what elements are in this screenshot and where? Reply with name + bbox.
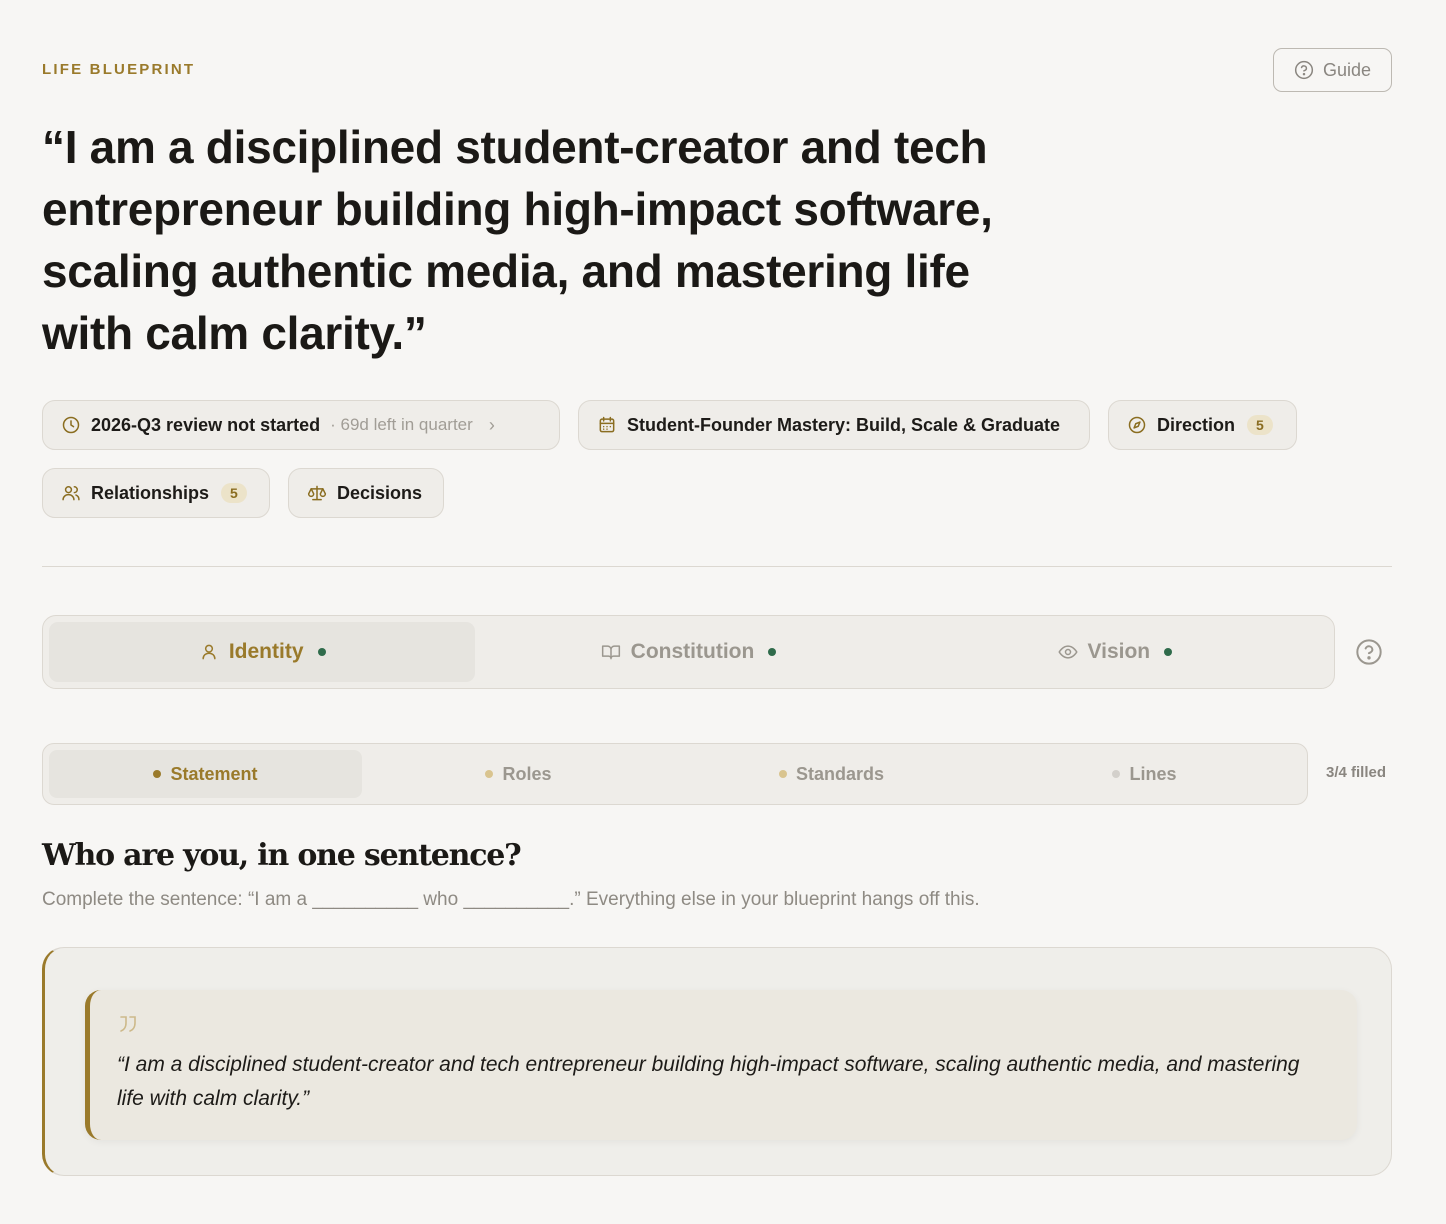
quote-icon [120,1016,136,1032]
status-dot [778,770,787,778]
review-days-left: · 69d left in quarter [330,415,473,434]
status-dot [153,770,162,778]
status-dot [1164,648,1173,656]
tab-constitution[interactable]: Constitution [475,622,901,682]
quarter-goal-chip[interactable]: Student-Founder Mastery: Build, Scale & … [578,400,1090,450]
tab-identity[interactable]: Identity [49,622,476,682]
identity-statement-heading: “I am a disciplined student-creator and … [42,121,993,359]
tab-identity-label: Identity [228,640,304,663]
user-icon [202,644,216,660]
tab-vision[interactable]: Vision [902,622,1328,682]
relationships-count-badge: 5 [221,483,247,503]
relationships-label: Relationships [91,482,210,503]
statement-quote-text: “I am a disciplined student-creator and … [117,1053,1300,1110]
subtab-lines[interactable]: Lines [988,750,1301,798]
direction-chip[interactable]: Direction 5 [1108,400,1297,450]
direction-count-badge: 5 [1247,415,1273,435]
clock-icon [62,416,80,434]
subtab-statement[interactable]: Statement [49,750,362,798]
scale-icon [307,485,327,501]
users-icon [62,486,80,501]
help-circle-icon [1294,60,1314,80]
direction-label: Direction [1157,414,1236,435]
statement-card[interactable]: “I am a disciplined student-creator and … [42,947,1392,1176]
filled-progress-label: 3/4 filled [1326,764,1387,781]
book-icon [601,645,620,660]
chevron-right-icon: › [488,414,495,435]
decisions-label: Decisions [337,482,423,503]
calendar-icon [599,416,615,433]
subtab-roles-label: Roles [502,763,552,784]
subtab-lines-label: Lines [1129,763,1177,784]
blueprint-tabs: Identity Constitution Vision [42,615,1335,689]
section-divider [42,566,1392,567]
guide-button[interactable]: Guide [1273,48,1392,92]
review-status-chip[interactable]: 2026-Q3 review not started · 69d left in… [42,400,560,450]
statement-quote[interactable]: “I am a disciplined student-creator and … [85,990,1357,1140]
subtab-standards[interactable]: Standards [675,750,988,798]
compass-icon [1128,416,1146,434]
subtab-roles[interactable]: Roles [362,750,675,798]
tab-vision-label: Vision [1087,640,1151,663]
subtab-statement-label: Statement [170,763,258,784]
relationships-chip[interactable]: Relationships 5 [42,468,270,518]
status-dot [317,648,326,656]
question-description: Complete the sentence: “I am a _________… [42,889,980,910]
decisions-chip[interactable]: Decisions [288,468,444,518]
page-eyebrow: LIFE BLUEPRINT [42,61,196,78]
question-title: Who are you, in one sentence? [42,838,522,873]
quarter-goal-label: Student-Founder Mastery: Build, Scale & … [627,414,1061,435]
status-dot [768,648,777,656]
help-circle-icon[interactable] [1355,638,1383,666]
guide-button-label: Guide [1322,59,1372,80]
status-dot [1112,770,1121,778]
status-dot [485,770,494,778]
eye-icon [1057,645,1078,659]
tab-constitution-label: Constitution [630,640,755,663]
identity-subtabs: Statement Roles Standards Lines [42,743,1308,805]
subtab-standards-label: Standards [795,763,885,784]
review-status-label: 2026-Q3 review not started [91,414,321,435]
